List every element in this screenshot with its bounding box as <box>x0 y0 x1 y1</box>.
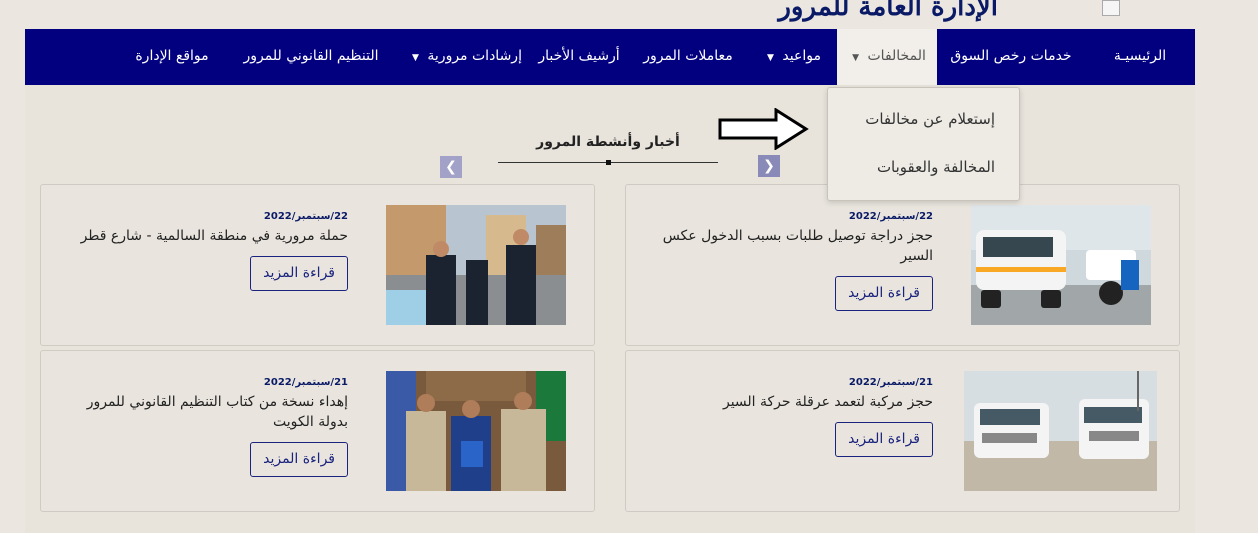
nav-item-appointments[interactable]: مواعيد ▼ <box>747 29 837 85</box>
nav-item-label: مواقع الإدارة <box>135 48 209 64</box>
read-more-button[interactable]: قراءة المزيد <box>250 256 348 291</box>
news-date: 22/سبتمبر/2022 <box>263 211 348 222</box>
dropdown-item-inquiry[interactable]: إستعلام عن مخالفات <box>865 110 995 128</box>
nav-item-label: مواعيد <box>782 48 821 64</box>
section-divider-dot <box>606 160 611 165</box>
news-date: 21/سبتمبر/2022 <box>848 377 933 388</box>
arrow-pointer-icon <box>718 108 809 150</box>
chevron-left-icon: ❮ <box>445 159 457 175</box>
nav-item-label: الرئيسيـة <box>1113 48 1167 64</box>
news-image-book-gift[interactable] <box>386 371 566 491</box>
news-image-motorbike[interactable] <box>971 205 1151 325</box>
nav-item-label: أرشيف الأخبار <box>538 48 620 64</box>
nav-item-news-archive[interactable]: أرشيف الأخبار <box>529 29 629 85</box>
news-title: حجز مركبة لتعمد عرقلة حركة السير <box>722 394 933 410</box>
news-card: 22/سبتمبر/2022 حملة مرورية في منطقة السا… <box>40 184 595 346</box>
nav-item-license-services[interactable]: خدمات رخص السوق <box>937 29 1085 85</box>
nav-item-department-locations[interactable]: مواقع الإدارة <box>123 29 221 85</box>
nav-item-violations[interactable]: المخالفات ▼ <box>837 29 937 85</box>
nav-item-traffic-guidance[interactable]: إرشادات مرورية ▼ <box>401 29 529 85</box>
carousel-next-button[interactable]: ❯ <box>758 155 780 177</box>
main-nav: الرئيسيـة خدمات رخص السوق المخالفات ▼ مو… <box>25 29 1195 85</box>
news-card: 21/سبتمبر/2022 حجز مركبة لتعمد عرقلة حرك… <box>625 350 1180 512</box>
read-more-button[interactable]: قراءة المزيد <box>250 442 348 477</box>
chevron-down-icon: ▼ <box>767 53 774 63</box>
nav-item-label: إرشادات مرورية <box>427 48 522 64</box>
read-more-button[interactable]: قراءة المزيد <box>835 422 933 457</box>
logo-image <box>1102 0 1120 16</box>
chevron-down-icon: ▼ <box>412 53 419 63</box>
nav-item-home[interactable]: الرئيسيـة <box>1085 29 1195 85</box>
news-card: 22/سبتمبر/2022 حجز دراجة توصيل طلبات بسب… <box>625 184 1180 346</box>
nav-item-label: التنظيم القانوني للمرور <box>243 48 379 64</box>
nav-item-traffic-transactions[interactable]: معاملات المرور <box>629 29 747 85</box>
news-title: حملة مرورية في منطقة السالمية - شارع قطر <box>80 228 348 244</box>
dropdown-item-violations-penalties[interactable]: المخالفة والعقوبات <box>877 158 995 176</box>
news-image-campaign[interactable] <box>386 205 566 325</box>
read-more-button[interactable]: قراءة المزيد <box>835 276 933 311</box>
site-title: الإدارة العامة للمرور <box>778 0 998 22</box>
news-date: 21/سبتمبر/2022 <box>263 377 348 388</box>
chevron-down-icon: ▼ <box>852 53 860 63</box>
chevron-right-icon: ❯ <box>763 158 775 174</box>
nav-item-label: خدمات رخص السوق <box>950 48 1072 64</box>
violations-dropdown-menu: إستعلام عن مخالفات المخالفة والعقوبات <box>827 87 1020 201</box>
news-card: 21/سبتمبر/2022 إهداء نسخة من كتاب التنظي… <box>40 350 595 512</box>
section-title: أخبار وأنشطة المرور <box>536 134 680 150</box>
nav-item-label: معاملات المرور <box>643 48 733 64</box>
news-image-vehicles[interactable] <box>964 371 1157 491</box>
news-date: 22/سبتمبر/2022 <box>848 211 933 222</box>
news-title: إهداء نسخة من كتاب التنظيم القانوني للمر… <box>86 394 348 430</box>
carousel-prev-button[interactable]: ❮ <box>440 156 462 178</box>
nav-item-label: المخالفات <box>867 48 926 64</box>
news-title: حجز دراجة توصيل طلبات بسبب الدخول عكس ال… <box>662 228 933 264</box>
nav-item-legal-regulation[interactable]: التنظيم القانوني للمرور <box>221 29 401 85</box>
